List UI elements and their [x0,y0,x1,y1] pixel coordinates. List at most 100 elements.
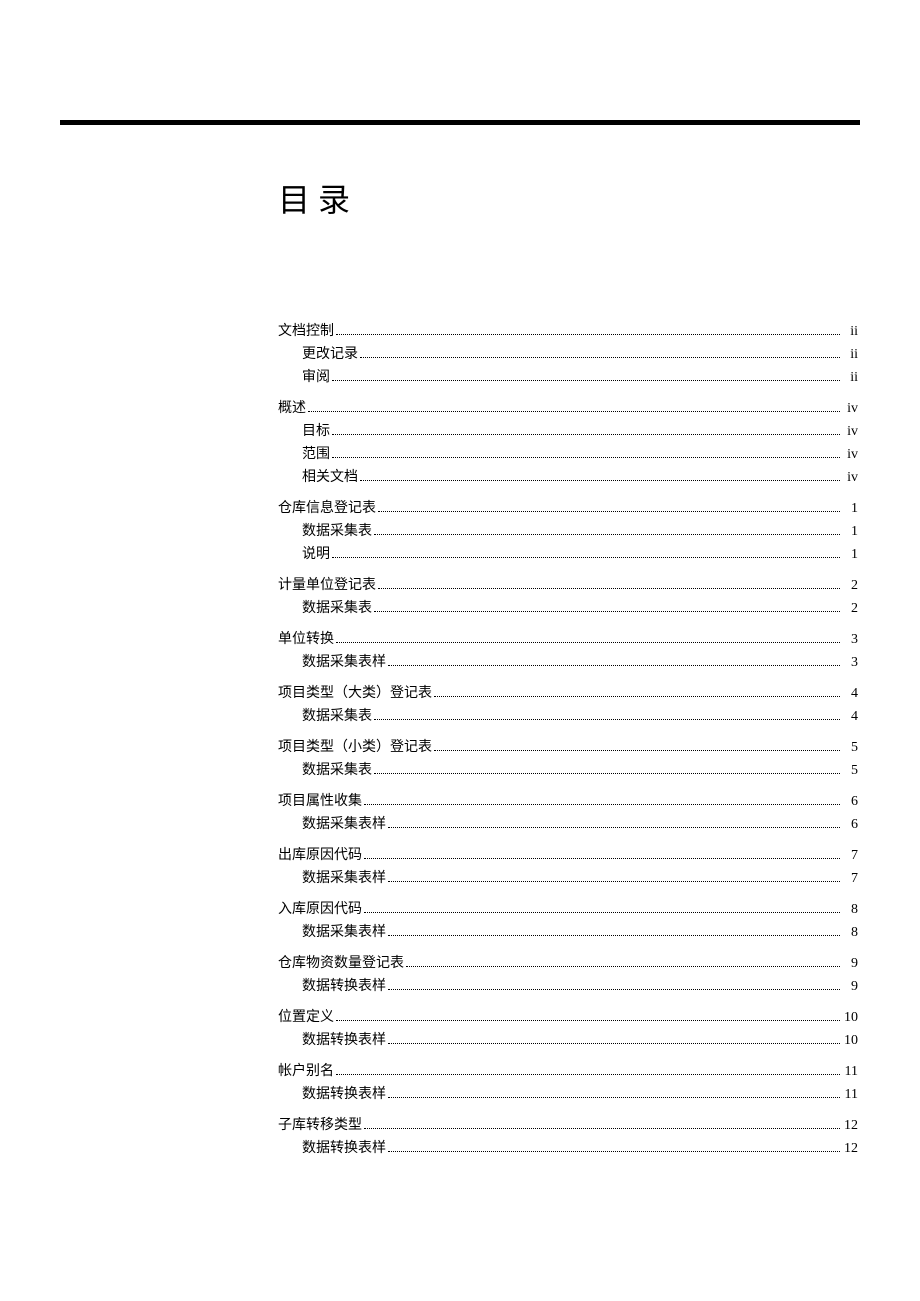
toc-entry-page: 11 [842,1084,858,1105]
toc-entry: 仓库信息登记表 1 [278,498,858,519]
toc-leader-dots [374,611,840,612]
toc-entry-page: 3 [842,652,858,673]
toc-entry-page: 6 [842,814,858,835]
toc-entry-page: 9 [842,976,858,997]
toc-entry: 数据采集表5 [278,760,858,781]
toc-leader-dots [388,881,840,882]
toc-entry-page: 2 [842,598,858,619]
toc-entry-label: 子库转移类型 [278,1115,362,1136]
toc-entry-label: 数据采集表样 [302,652,386,673]
toc-leader-dots [336,334,840,335]
toc-entry-page: ii [842,344,858,365]
toc-entry-label: 数据转换表样 [302,1084,386,1105]
toc-entry: 数据转换表样 10 [278,1030,858,1051]
toc-entry-page: 5 [842,760,858,781]
toc-leader-dots [434,696,840,697]
toc-entry-label: 概述 [278,398,306,419]
toc-entry: 相关文档iv [278,467,858,488]
toc-entry-page: 10 [842,1007,858,1028]
toc-leader-dots [332,557,840,558]
toc-entry-page: 7 [842,868,858,889]
toc-entry: 计量单位登记表2 [278,575,858,596]
toc-entry-label: 更改记录 [302,344,358,365]
toc-entry-label: 数据采集表 [302,706,372,727]
toc-leader-dots [364,912,840,913]
toc-entry-page: iv [842,444,858,465]
toc-entry-label: 数据采集表样 [302,922,386,943]
toc-leader-dots [388,935,840,936]
toc-entry: 出库原因代码 7 [278,845,858,866]
toc-leader-dots [434,750,840,751]
toc-entry-page: ii [842,321,858,342]
toc-entry-label: 项目类型（小类）登记表 [278,737,432,758]
toc-entry: 数据采集表样 8 [278,922,858,943]
toc-leader-dots [388,665,840,666]
toc-entry-page: 1 [842,498,858,519]
toc-entry-label: 目标 [302,421,330,442]
toc-leader-dots [388,827,840,828]
toc-entry: 仓库物资数量登记表9 [278,953,858,974]
toc-leader-dots [308,411,840,412]
toc-entry-page: 10 [842,1030,858,1051]
toc-entry: 数据采集表 4 [278,706,858,727]
toc-leader-dots [332,434,840,435]
toc-leader-dots [336,642,840,643]
document-page: 目录 文档控制ii更改记录ii审阅ii概述iv目标iv范围iv相关文档iv仓库信… [0,0,920,1221]
toc-entry-label: 数据采集表样 [302,814,386,835]
toc-entry: 更改记录 ii [278,344,858,365]
toc-entry-page: 8 [842,899,858,920]
toc-entry: 入库原因代码 8 [278,899,858,920]
toc-entry-label: 数据转换表样 [302,1138,386,1159]
toc-entry: 数据采集表样7 [278,868,858,889]
toc-entry-label: 数据转换表样 [302,976,386,997]
toc-entry-page: iv [842,421,858,442]
toc-entry-label: 项目属性收集 [278,791,362,812]
table-of-contents: 文档控制ii更改记录ii审阅ii概述iv目标iv范围iv相关文档iv仓库信息登记… [278,321,858,1159]
toc-entry-page: 7 [842,845,858,866]
toc-entry-page: 5 [842,737,858,758]
toc-entry: 数据转换表样 12 [278,1138,858,1159]
page-title: 目录 [278,175,860,221]
toc-entry: 目标 iv [278,421,858,442]
toc-entry-label: 范围 [302,444,330,465]
toc-entry: 数据采集表样 3 [278,652,858,673]
toc-entry: 单位转换3 [278,629,858,650]
toc-entry-label: 仓库信息登记表 [278,498,376,519]
toc-entry: 说明1 [278,544,858,565]
toc-entry-page: 4 [842,706,858,727]
toc-leader-dots [364,858,840,859]
toc-entry-label: 出库原因代码 [278,845,362,866]
toc-entry-label: 数据转换表样 [302,1030,386,1051]
toc-entry-label: 数据采集表 [302,521,372,542]
toc-entry-label: 说明 [302,544,330,565]
toc-entry-label: 入库原因代码 [278,899,362,920]
toc-entry: 数据采集表样 6 [278,814,858,835]
toc-entry: 位置定义10 [278,1007,858,1028]
toc-leader-dots [388,989,840,990]
toc-leader-dots [374,773,840,774]
toc-entry: 文档控制ii [278,321,858,342]
toc-entry-page: 1 [842,521,858,542]
toc-entry-page: 8 [842,922,858,943]
toc-entry-label: 数据采集表 [302,598,372,619]
toc-entry-page: ii [842,367,858,388]
toc-entry: 数据采集表 2 [278,598,858,619]
toc-entry-page: 3 [842,629,858,650]
toc-entry-label: 帐户别名 [278,1061,334,1082]
toc-entry-label: 仓库物资数量登记表 [278,953,404,974]
toc-entry-label: 相关文档 [302,467,358,488]
toc-entry-page: 6 [842,791,858,812]
toc-leader-dots [374,719,840,720]
toc-entry: 帐户别名11 [278,1061,858,1082]
toc-entry: 项目属性收集 6 [278,791,858,812]
toc-entry-page: 12 [842,1138,858,1159]
toc-leader-dots [378,588,840,589]
toc-entry-label: 审阅 [302,367,330,388]
toc-leader-dots [360,357,840,358]
toc-entry: 概述iv [278,398,858,419]
toc-leader-dots [388,1043,840,1044]
toc-leader-dots [332,380,840,381]
toc-entry-label: 项目类型（大类）登记表 [278,683,432,704]
toc-leader-dots [332,457,840,458]
toc-entry-page: 4 [842,683,858,704]
